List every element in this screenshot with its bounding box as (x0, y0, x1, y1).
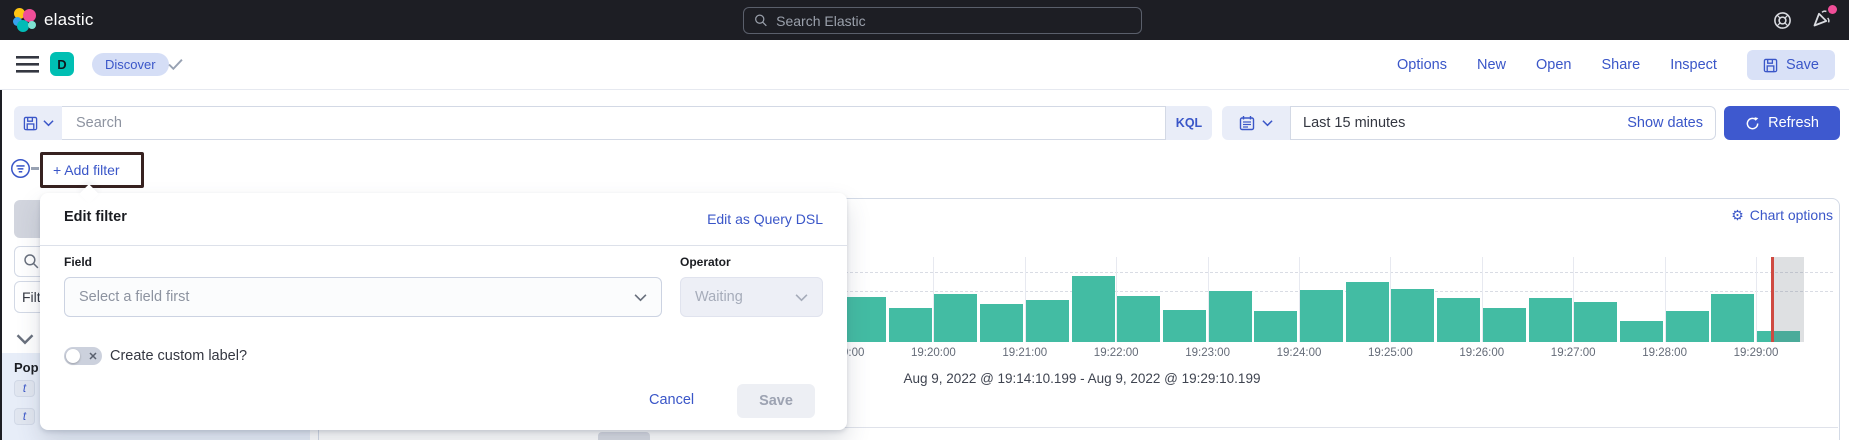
custom-label-toggle[interactable] (64, 347, 102, 365)
popover-title: Edit filter (64, 209, 127, 225)
help-icon[interactable] (1773, 11, 1792, 30)
global-search-input[interactable] (776, 13, 1131, 29)
field-combobox[interactable]: Select a field first (64, 277, 662, 317)
x-icon (89, 352, 97, 360)
x-axis-tick-label: 19:25:00 (1345, 347, 1435, 359)
notification-dot (1828, 5, 1837, 14)
open-button[interactable]: Open (1536, 57, 1571, 73)
elastic-logo[interactable] (13, 8, 37, 32)
histogram-bar[interactable] (1391, 289, 1434, 342)
x-axis-tick-label: 19:22:00 (1071, 347, 1161, 359)
x-axis-tick-label: 19:21:00 (980, 347, 1070, 359)
histogram-bar[interactable] (1437, 298, 1480, 342)
x-axis-tick-label: 19:26:00 (1437, 347, 1527, 359)
histogram-bar[interactable] (1117, 296, 1160, 342)
save-button[interactable]: Save (1747, 50, 1835, 80)
x-axis-tick-label: 19:23:00 (1163, 347, 1253, 359)
custom-label-text: Create custom label? (110, 348, 247, 364)
histogram-bar[interactable] (1346, 282, 1389, 342)
search-icon (754, 13, 768, 28)
options-button[interactable]: Options (1397, 57, 1447, 73)
breadcrumb[interactable]: Discover (92, 53, 169, 76)
chart-options-button[interactable]: ⚙ Chart options (1700, 207, 1833, 223)
histogram-bar[interactable] (889, 308, 932, 342)
discover-page: ⚙ Chart options 19:19:0019:20:0019:21:00… (0, 0, 1849, 440)
inspect-button[interactable]: Inspect (1670, 57, 1717, 73)
cancel-button[interactable]: Cancel (649, 392, 694, 408)
add-filter-button[interactable]: + Add filter (40, 152, 144, 188)
x-axis-tick-label: 19:28:00 (1620, 347, 1710, 359)
edit-as-query-dsl-link[interactable]: Edit as Query DSL (707, 211, 823, 227)
field-label: Field (64, 255, 92, 269)
x-axis-tick-label: 19:29:00 (1711, 347, 1801, 359)
histogram-bar[interactable] (1711, 294, 1754, 342)
histogram-bar[interactable] (1666, 311, 1709, 342)
chevron-down-icon (634, 293, 647, 302)
chart-options-label: Chart options (1750, 207, 1833, 223)
global-search-box[interactable] (743, 7, 1142, 34)
operator-combobox-disabled: Waiting (680, 277, 823, 317)
histogram-bar[interactable] (980, 304, 1023, 342)
check-icon[interactable] (168, 58, 183, 71)
current-time-marker (1771, 257, 1774, 342)
share-button[interactable]: Share (1601, 57, 1640, 73)
newsfeed-icon[interactable] (1812, 8, 1838, 32)
histogram-bar[interactable] (1163, 310, 1206, 342)
partial-bucket-shade (1774, 257, 1804, 342)
edit-filter-popover: Edit filter Edit as Query DSL Field Sele… (40, 193, 847, 430)
histogram-bar[interactable] (1209, 291, 1252, 342)
histogram-bar[interactable] (843, 297, 886, 342)
toolbar-actions: Options New Open Share Inspect Save (1397, 40, 1835, 90)
operator-label: Operator (680, 255, 731, 269)
histogram-bar[interactable] (1574, 302, 1617, 342)
histogram-bar[interactable] (1483, 308, 1526, 342)
histogram-bar[interactable] (1072, 276, 1115, 342)
histogram-bar[interactable] (934, 294, 977, 342)
new-button[interactable]: New (1477, 57, 1506, 73)
x-axis-tick-label: 19:24:00 (1254, 347, 1344, 359)
histogram-bar[interactable] (1026, 300, 1069, 342)
gridline-vertical (1756, 257, 1757, 342)
histogram-bar[interactable] (1529, 298, 1572, 342)
x-axis-tick-label: 19:27:00 (1528, 347, 1618, 359)
chevron-down-icon (795, 293, 808, 302)
brand-name: elastic (44, 10, 94, 30)
global-header: elastic (0, 0, 1849, 40)
menu-icon[interactable] (16, 56, 39, 73)
x-axis-tick-label: 19:20:00 (888, 347, 978, 359)
histogram-bar[interactable] (1620, 321, 1663, 342)
histogram-bar[interactable] (1254, 311, 1297, 342)
histogram-bar[interactable] (1300, 290, 1343, 342)
space-avatar[interactable]: D (50, 52, 74, 76)
popover-divider (40, 245, 847, 246)
toggle-knob (66, 349, 80, 363)
save-icon (1763, 58, 1778, 73)
save-filter-button-disabled: Save (737, 384, 815, 418)
gear-icon: ⚙ (1731, 208, 1744, 222)
table-header-fragment (598, 432, 650, 440)
